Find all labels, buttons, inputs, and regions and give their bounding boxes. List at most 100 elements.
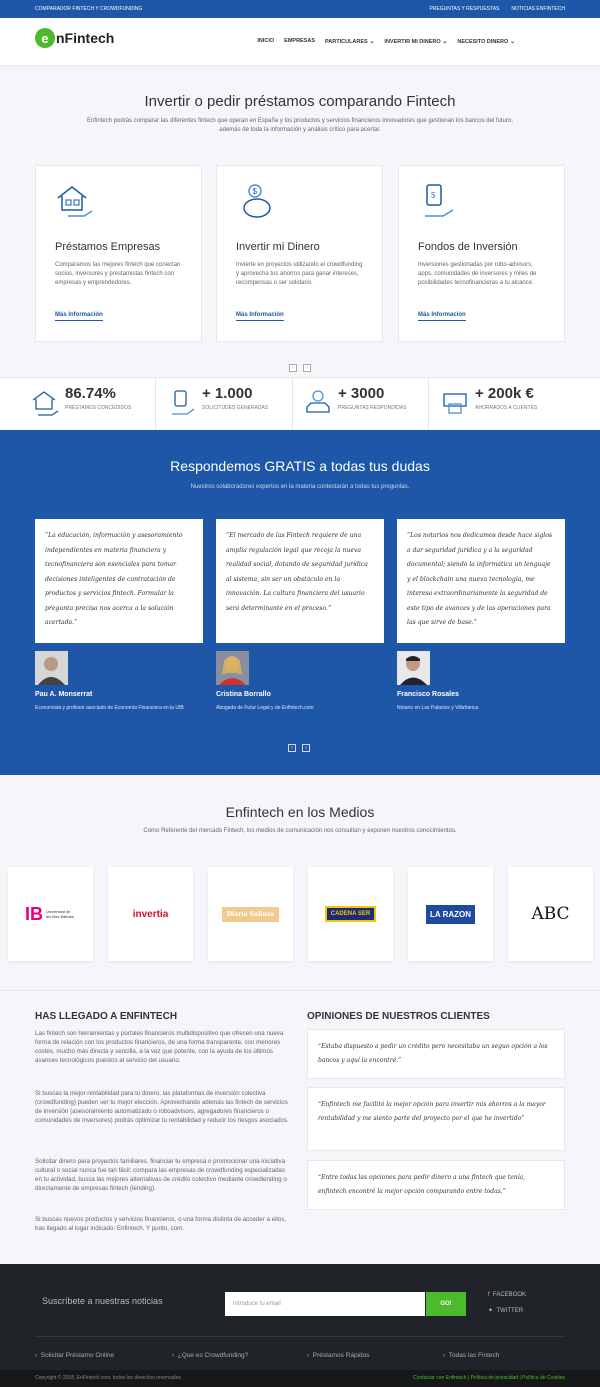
media-logo-la-razon[interactable]: LA RAZON [408,867,493,961]
legal-links[interactable]: Contactar con Enfintech | Política de pr… [413,1375,565,1381]
nav-necesito[interactable]: NECESITO DINERO [457,38,515,45]
salinas-logo: Diario Salinas [221,906,280,922]
top-tagline: COMPARADOR FINTECH Y CROWDFUNDING [35,6,143,12]
quotes-prev-button[interactable]: ‹ [288,744,296,752]
card-prestamos: Préstamos Empresas Comparamos las mejore… [35,165,202,342]
avatar [397,651,430,685]
cards-prev-button[interactable]: ‹ [289,364,297,372]
house-hand-icon [32,391,59,416]
email-input[interactable]: Introduce tu email [225,1292,425,1316]
opinion-card: “Estaba dispuesto a pedir un crédito per… [307,1029,565,1079]
ser-logo: CADENA SER [324,906,377,922]
card-desc: Invierte en proyectos utilizando el crow… [236,262,363,286]
stat-prestamos: 86.74% PRÉSTAMOS CONCEDIDOS [20,378,156,430]
stat-number: + 3000 [338,385,385,402]
house-hand-icon [57,186,93,217]
site-header: e nFintech INICIO EMPRESAS PARTICULARES … [0,18,600,65]
about-title: HAS LLEGADO A ENFINTECH [35,1011,178,1022]
news-link[interactable]: NOTICIAS ENFINTECH [511,6,565,12]
atm-icon [443,393,467,414]
footer-link-label: Préstamos Rápidos [312,1352,370,1359]
stat-ahorrados: + 200k € AHORRADOS A CLIENTES [430,378,566,430]
razon-logo: LA RAZON [425,904,476,924]
cards-next-button[interactable]: › [303,364,311,372]
expert-name: Pau A. Monserrat [35,691,93,698]
enfintech-logo[interactable]: e nFintech [35,28,114,48]
footer-divider [35,1336,565,1337]
expert-quote: “El mercado de las Fintech requiere de u… [216,519,384,643]
nav-particulares[interactable]: PARTICULARES [325,38,374,45]
opinions-title: OPINIONES DE NUESTROS CLIENTES [307,1011,490,1022]
expert-name: Cristina Borrallo [216,691,271,698]
card-title: Fondos de Inversión [418,241,518,253]
opinion-card: “Enfintech me facilitó la mejor opción p… [307,1087,565,1151]
media-logo-diario-salinas[interactable]: Diario Salinas [208,867,293,961]
card-invertir: $ Invertir mi Dinero Invierte en proyect… [216,165,383,342]
card-fondos: $ Fondos de Inversión Inversiones gestio… [398,165,565,342]
car-money-icon [306,390,330,413]
quotes-next-button[interactable]: › [302,744,310,752]
media-logo-uib[interactable]: IB Universitat de les Illes Balears [8,867,93,961]
experts-title: Respondemos GRATIS a todas tus dudas [170,458,430,474]
top-bar: COMPARADOR FINTECH Y CROWDFUNDING PREGUN… [0,0,600,18]
subscribe-button[interactable]: GO! [426,1292,466,1316]
card-desc: Inversiones gestionadas por robo-advisor… [418,262,537,286]
footer-link[interactable]: › Solicitar Préstamo Online [35,1352,114,1359]
media-logo-invertia[interactable]: invertia [108,867,193,961]
facebook-link[interactable]: f FACEBOOK [488,1292,526,1298]
faq-link[interactable]: PREGUNTAS Y RESPUESTAS [429,6,499,12]
about-paragraph: Solicitar dinero para proyectos familiar… [35,1158,287,1192]
hero-title: Invertir o pedir préstamos comparando Fi… [144,93,456,110]
more-info-link[interactable]: Más Información [236,312,284,321]
nav-empresas[interactable]: EMPRESAS [284,38,315,45]
svg-text:$: $ [253,187,258,196]
expert-name: Francisco Rosales [397,691,459,698]
expert-role: Economista y profesor asociado de Econom… [35,705,184,711]
experts-section: Respondemos GRATIS a todas tus dudas Nue… [0,430,600,775]
stat-number: + 200k € [475,385,534,402]
about-paragraph: Si buscas la mejor rentabilidad para tu … [35,1090,289,1124]
logo-text: nFintech [56,30,115,46]
more-info-link[interactable]: Más Información [55,312,103,321]
stat-label: AHORRADOS A CLIENTES [475,405,538,411]
copyright: Copyright © 2018, EnFintech.com, todos l… [35,1375,181,1381]
footer-link-label: Solicitar Préstamo Online [40,1352,115,1359]
money-hand-icon: $ [425,184,454,217]
card-title: Invertir mi Dinero [236,241,320,253]
expert-role: Abogada de Futur Legal y de Enfintech.co… [216,705,314,711]
twitter-label: TWITTER [496,1308,524,1314]
stat-number: 86.74% [65,385,116,402]
nav-inicio[interactable]: INICIO [257,38,274,45]
site-footer: Suscríbete a nuestras noticias Introduce… [0,1264,600,1387]
main-nav: INICIO EMPRESAS PARTICULARES INVERTIR MI… [257,38,515,45]
stat-preguntas: + 3000 PREGUNTAS RESPONDIDAS [293,378,429,430]
media-logo-abc[interactable]: ABC [508,867,593,961]
nav-invertir[interactable]: INVERTIR MI DINERO [384,38,447,45]
twitter-link[interactable]: ✦ TWITTER [488,1307,523,1314]
footer-link[interactable]: › Préstamos Rápidos [307,1352,370,1359]
stat-label: PREGUNTAS RESPONDIDAS [338,405,407,411]
card-title: Préstamos Empresas [55,241,161,253]
hero-subtitle: Enfintech podrás comparar las diferentes… [87,118,513,133]
stat-solicitudes: + 1.000 SOLICITUDES GENERADAS [157,378,293,430]
about-paragraph: Las fintech son herramientas y portales … [35,1030,284,1064]
abc-logo: ABC [531,904,570,924]
uib-name: Universitat de les Illes Balears [46,909,75,919]
facebook-label: FACEBOOK [493,1292,527,1298]
avatar [35,651,68,685]
invertia-logo: invertia [132,908,169,920]
subscribe-label: Suscríbete a nuestras noticias [42,1296,163,1306]
footer-link[interactable]: › Todas las Fintech [443,1352,499,1359]
expert-role: Notario en Las Palacios y Villafranca [397,705,479,711]
stat-label: PRÉSTAMOS CONCEDIDOS [65,405,132,411]
experts-subtitle: Nuestros colaboradores expertos en la ma… [190,484,410,490]
uib-mark: IB [25,903,43,924]
media-logo-cadena-ser[interactable]: CADENA SER [308,867,393,961]
stat-label: SOLICITUDES GENERADAS [202,405,269,411]
opinion-card: “Entre todas las opciones para pedir din… [307,1160,565,1210]
expert-quote: “Los notarios nos dedicamos desde hace s… [397,519,565,643]
card-desc: Comparamos las mejores fintech que conec… [55,262,181,286]
footer-link[interactable]: › ¿Que es Crowdfunding? [172,1352,248,1359]
logo-e: e [35,28,55,48]
more-info-link[interactable]: Más Información [418,312,466,321]
